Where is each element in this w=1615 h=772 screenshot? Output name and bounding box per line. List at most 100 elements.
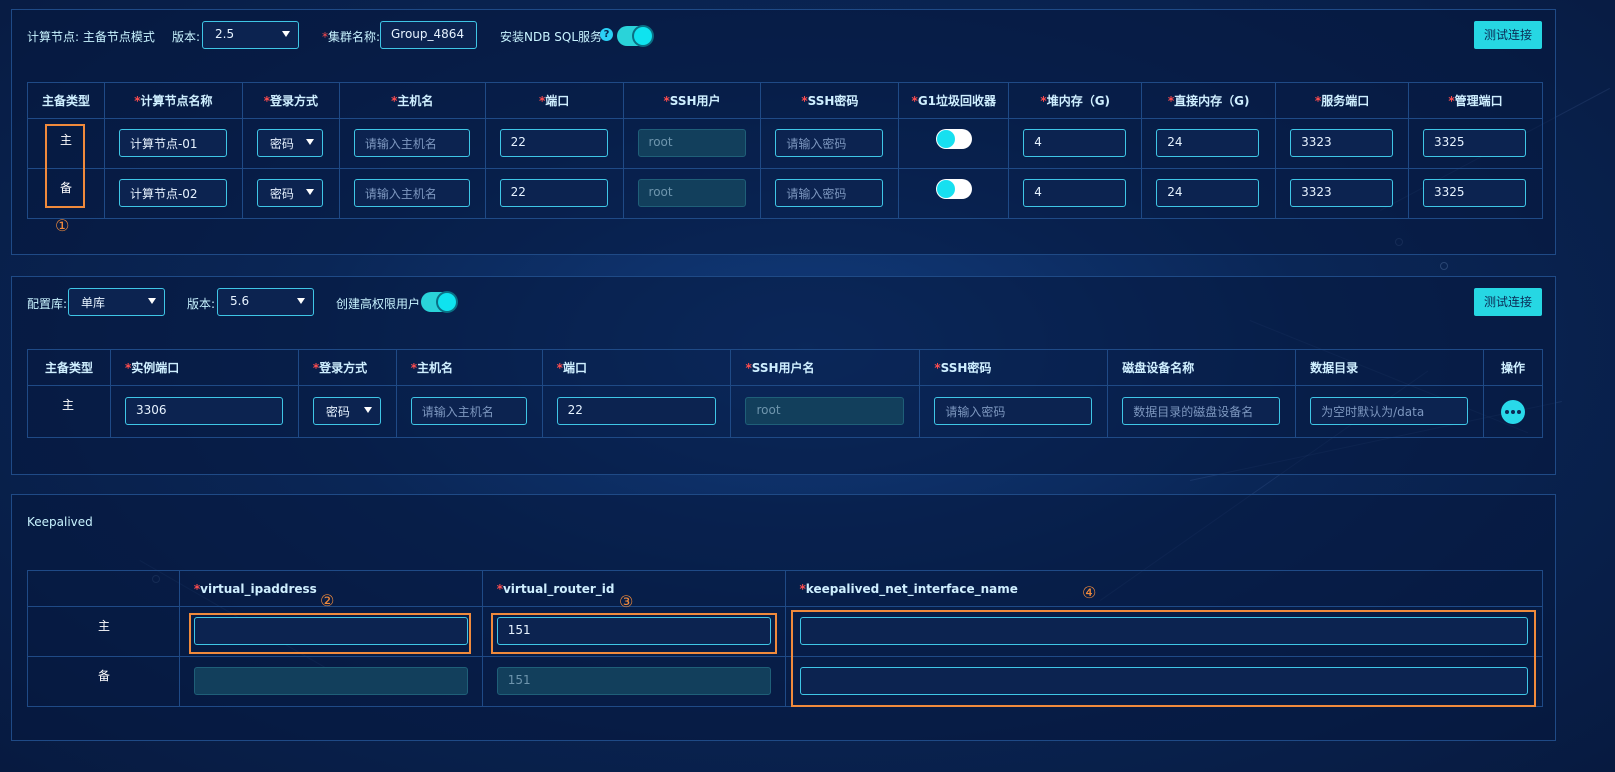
config-header-col-4: *端口: [541, 349, 732, 386]
config-db-label: 配置库:: [27, 297, 68, 311]
chevron-down-icon: [363, 407, 372, 413]
keepalived-header-col-2: *virtual_router_id: [481, 570, 786, 607]
config-db-panel: 配置库: 单库 版本: 5.6 创建高权限用户 测试连接 主备类型 *实例端口 *登…: [11, 276, 1556, 475]
ssh-password-input[interactable]: 请输入密码: [934, 397, 1093, 425]
g1-gc-toggle[interactable]: [936, 129, 973, 149]
help-icon[interactable]: ?: [600, 28, 613, 41]
g1-gc-toggle[interactable]: [936, 179, 973, 199]
create-priv-user-label: 创建高权限用户: [336, 297, 421, 311]
cluster-name-label: *集群名称:: [322, 30, 381, 44]
config-db-select[interactable]: 单库: [68, 288, 165, 316]
virtual-router-id-input: 151: [496, 667, 771, 695]
ssh-user-input: root: [637, 179, 746, 207]
type-cell: 主: [27, 606, 180, 657]
config-header-col-1: *实例端口: [109, 349, 299, 386]
chevron-down-icon: [297, 298, 305, 304]
port-input[interactable]: 22: [556, 397, 716, 425]
keepalived-header-col-3: *keepalived_net_interface_name: [784, 570, 1544, 607]
ssh-user-input: root: [745, 397, 905, 425]
table-row: 主 计算节点-01 密码 请输入主机名 22 root 请输入密码 4 24 3…: [27, 118, 1543, 169]
table-row: 备 计算节点-02 密码 请输入主机名 22 root 请输入密码 4 24 3…: [27, 168, 1543, 219]
compute-header-col-10: *服务端口: [1275, 82, 1409, 119]
annotation-marker-1: ①: [55, 216, 70, 235]
node-name-input[interactable]: 计算节点-01: [118, 129, 227, 157]
config-header-col-6: *SSH密码: [919, 349, 1109, 386]
config-test-connection-button[interactable]: 测试连接: [1474, 288, 1542, 316]
compute-header-col-11: *管理端口: [1408, 82, 1543, 119]
compute-node-table: 主备类型 *计算节点名称 *登录方式 *主机名 *端口 *SSH用户 *SSH密码 *G1垃圾…: [27, 82, 1543, 219]
instance-port-input[interactable]: 3306: [124, 397, 283, 425]
login-method-select[interactable]: 密码: [312, 397, 381, 425]
compute-version-label: 版本:: [172, 30, 201, 44]
data-dir-input[interactable]: 为空时默认为/data: [1310, 397, 1469, 425]
keepalived-header-col-0: [27, 570, 180, 607]
config-version-select[interactable]: 5.6: [217, 288, 314, 316]
heap-memory-input[interactable]: 4: [1023, 129, 1127, 157]
compute-header-col-2: *登录方式: [241, 82, 340, 119]
compute-version-value: 2.5: [215, 27, 235, 41]
compute-header-col-9: *直接内存（G): [1141, 82, 1277, 119]
config-header-col-9: 操作: [1482, 349, 1544, 386]
node-name-input[interactable]: 计算节点-02: [118, 179, 227, 207]
hostname-input[interactable]: 请输入主机名: [353, 129, 470, 157]
more-icon[interactable]: [1500, 400, 1525, 424]
chevron-down-icon: [305, 189, 314, 195]
manage-port-input[interactable]: 3325: [1423, 179, 1526, 207]
virtual-ipaddress-input: [193, 667, 468, 695]
compute-mode-label: 计算节点: 主备节点模式: [27, 30, 155, 44]
ssh-user-input: root: [637, 129, 746, 157]
chevron-down-icon: [282, 31, 290, 37]
config-db-table: 主备类型 *实例端口 *登录方式 *主机名 *端口 *SSH用户名 *SSH密码 磁盘设备名称…: [27, 349, 1544, 438]
config-header-col-7: 磁盘设备名称: [1107, 349, 1297, 386]
hostname-input[interactable]: 请输入主机名: [353, 179, 470, 207]
annotation-box-3: [491, 613, 777, 654]
service-port-input[interactable]: 3323: [1290, 129, 1394, 157]
ndb-service-toggle[interactable]: [617, 26, 653, 46]
ndb-service-label: 安装NDB SQL服务: [500, 30, 603, 44]
compute-header-col-4: *端口: [484, 82, 624, 119]
annotation-box-1: [45, 124, 85, 208]
compute-header-col-0: 主备类型: [27, 82, 105, 119]
chevron-down-icon: [305, 139, 314, 145]
compute-header-col-6: *SSH密码: [760, 82, 900, 119]
table-row: 主 3306 密码 请输入主机名 22 root 请输入密码 数据目录的磁盘设备…: [27, 385, 1544, 438]
config-version-label: 版本:: [187, 297, 216, 311]
annotation-marker-4: ④: [1082, 583, 1097, 602]
direct-memory-input[interactable]: 24: [1156, 179, 1260, 207]
chevron-down-icon: [148, 298, 156, 304]
config-header-col-3: *主机名: [395, 349, 543, 386]
config-header-col-8: 数据目录: [1295, 349, 1484, 386]
heap-memory-input[interactable]: 4: [1023, 179, 1127, 207]
login-method-select[interactable]: 密码: [256, 129, 323, 157]
compute-header-col-1: *计算节点名称: [103, 82, 243, 119]
ssh-password-input[interactable]: 请输入密码: [775, 179, 884, 207]
compute-version-select[interactable]: 2.5: [202, 21, 299, 49]
annotation-marker-3: ③: [619, 592, 634, 611]
hostname-input[interactable]: 请输入主机名: [410, 397, 527, 425]
config-header-col-5: *SSH用户名: [730, 349, 921, 386]
annotation-marker-2: ②: [320, 591, 335, 610]
create-priv-user-toggle[interactable]: [421, 292, 457, 312]
type-cell: 备: [27, 656, 180, 707]
compute-header-col-8: *堆内存（G): [1008, 82, 1143, 119]
config-header-col-0: 主备类型: [27, 349, 111, 386]
cluster-name-input[interactable]: Group_4864: [380, 21, 477, 49]
type-cell: 主: [27, 385, 111, 438]
compute-header-col-5: *SSH用户: [622, 82, 762, 119]
annotation-box-2: [189, 613, 471, 654]
port-input[interactable]: 22: [499, 129, 608, 157]
ssh-password-input[interactable]: 请输入密码: [775, 129, 884, 157]
keepalived-panel: Keepalived *virtual_ipaddress *virtual_ro…: [11, 494, 1556, 741]
compute-header-col-3: *主机名: [338, 82, 486, 119]
login-method-select[interactable]: 密码: [256, 179, 323, 207]
compute-node-panel: 计算节点: 主备节点模式 版本: 2.5 *集群名称: Group_4864 安…: [11, 9, 1556, 255]
compute-test-connection-button[interactable]: 测试连接: [1474, 21, 1542, 49]
manage-port-input[interactable]: 3325: [1423, 129, 1526, 157]
port-input[interactable]: 22: [499, 179, 608, 207]
keepalived-title: Keepalived: [27, 515, 93, 529]
compute-header-col-7: *G1垃圾回收器: [898, 82, 1010, 119]
service-port-input[interactable]: 3323: [1290, 179, 1394, 207]
direct-memory-input[interactable]: 24: [1156, 129, 1260, 157]
disk-device-input[interactable]: 数据目录的磁盘设备名: [1122, 397, 1281, 425]
annotation-box-4: [791, 610, 1536, 707]
